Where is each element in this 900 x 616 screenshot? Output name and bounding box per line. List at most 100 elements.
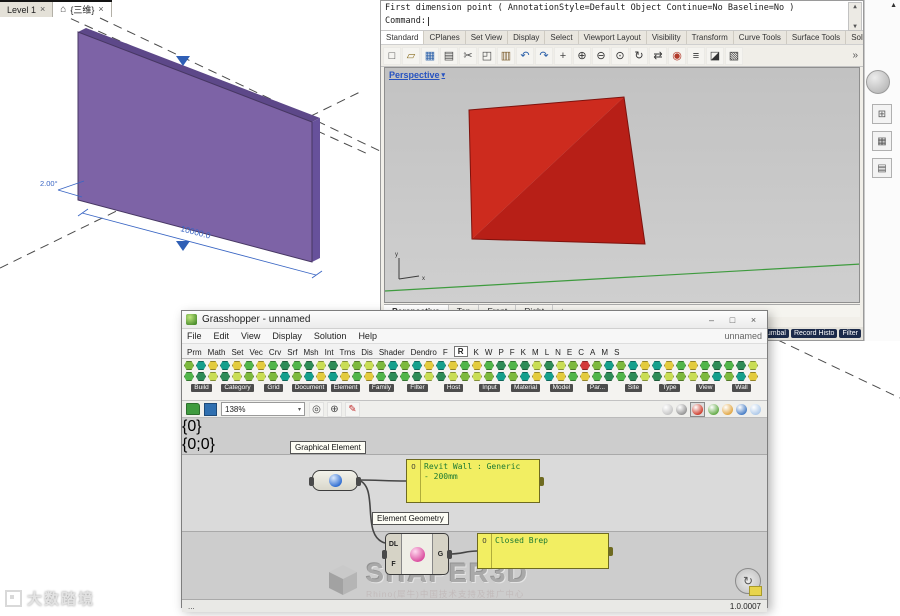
component-hex-icon[interactable] [604,361,614,370]
component-hex-icon[interactable] [496,372,506,381]
preview-orange-icon[interactable] [722,404,733,415]
gh-tab-math-1[interactable]: Math [208,348,226,357]
component-hex-icon[interactable] [664,361,674,370]
component-hex-icon[interactable] [376,361,386,370]
copy-icon[interactable]: ◰ [478,47,496,65]
component-hex-icon[interactable] [544,372,554,381]
group-label-element-geometry[interactable]: Element Geometry [372,512,449,525]
component-hex-icon[interactable] [208,372,218,381]
component-hex-icon[interactable] [388,372,398,381]
component-hex-icon[interactable] [664,372,674,381]
gh-tab-f-17[interactable]: F [510,348,515,357]
input-label[interactable]: F [391,561,395,568]
component-hex-icon[interactable] [568,372,578,381]
grasshopper-titlebar[interactable]: Grasshopper - unnamed –□× [182,311,767,329]
viewport-title[interactable]: Perspective ▾ [389,70,445,80]
layers-icon[interactable]: ≡ [687,47,705,65]
menu-view[interactable]: View [241,331,260,341]
component-hex-icon[interactable] [460,372,470,381]
toolbar-overflow-icon[interactable]: » [849,50,861,61]
component-hex-icon[interactable] [520,361,530,370]
component-hex-icon[interactable] [724,372,734,381]
component-hex-icon[interactable] [712,372,722,381]
panel-revit-wall[interactable]: 0 Revit Wall : Generic - 200mm [406,459,540,503]
new-file-icon[interactable]: □ [383,47,401,65]
component-hex-icon[interactable] [412,372,422,381]
component-hex-icon[interactable] [220,372,230,381]
gh-tab-l-20[interactable]: L [545,348,549,357]
component-hex-icon[interactable] [712,361,722,370]
panel-closed-brep[interactable]: 0 Closed Brep [477,533,609,569]
component-hex-icon[interactable] [700,361,710,370]
component-hex-icon[interactable] [688,361,698,370]
component-hex-icon[interactable] [196,372,206,381]
gh-tab-f-12[interactable]: F [443,348,448,357]
maximize-button[interactable]: □ [723,312,742,327]
canvas-target-icon[interactable]: ◎ [309,402,324,417]
component-hex-icon[interactable] [508,361,518,370]
scroll-up-icon[interactable]: ▲ [853,3,857,10]
zoom-extents-icon[interactable]: ⊕ [573,47,591,65]
gh-tab-a-24[interactable]: A [590,348,595,357]
grasshopper-canvas[interactable]: SHAPER3D Rhino(犀牛)中国技术支持及推广中心 Graphical … [182,418,767,600]
gh-tab-r-13[interactable]: R [454,346,468,357]
gh-tab-c-23[interactable]: C [578,348,584,357]
properties-panel-icon[interactable]: ▤ [872,158,892,178]
component-hex-icon[interactable] [688,372,698,381]
rhino-tab-solid-t[interactable]: Solid T [846,31,863,44]
component-hex-icon[interactable] [484,372,494,381]
component-hex-icon[interactable] [628,361,638,370]
component-hex-icon[interactable] [328,372,338,381]
component-hex-icon[interactable] [220,361,230,370]
component-hex-icon[interactable] [472,372,482,381]
component-hex-icon[interactable] [436,372,446,381]
component-hex-icon[interactable] [592,361,602,370]
component-hex-icon[interactable] [580,361,590,370]
gh-tab-dendro-11[interactable]: Dendro [411,348,437,357]
component-hex-icon[interactable] [316,372,326,381]
component-hex-icon[interactable] [556,372,566,381]
close-button[interactable]: × [744,312,763,327]
component-hex-icon[interactable] [496,361,506,370]
view-tab-3d[interactable]: ⌂ {三维} × [53,2,111,17]
preview-green-icon[interactable] [708,404,719,415]
graphical-element-component[interactable] [312,470,358,491]
rotate-view-icon[interactable]: ↻ [630,47,648,65]
paste-icon[interactable]: ▥ [497,47,515,65]
menu-display[interactable]: Display [272,331,302,341]
gh-tab-w-15[interactable]: W [485,348,493,357]
component-hex-icon[interactable] [352,372,362,381]
component-hex-icon[interactable] [400,361,410,370]
redo-icon[interactable]: ↷ [535,47,553,65]
component-hex-icon[interactable] [184,361,194,370]
component-hex-icon[interactable] [280,372,290,381]
rhino-tab-viewport-layout[interactable]: Viewport Layout [579,31,647,44]
component-hex-icon[interactable] [328,361,338,370]
element-geometry-component[interactable]: DL F G [385,533,449,575]
gh-tab-srf-5[interactable]: Srf [287,348,297,357]
component-hex-icon[interactable] [256,361,266,370]
component-hex-icon[interactable] [508,372,518,381]
zoom-in-icon[interactable]: ⊕ [327,402,342,417]
gh-tab-s-26[interactable]: S [614,348,619,357]
open-file-icon[interactable]: ▱ [402,47,420,65]
component-hex-icon[interactable] [424,361,434,370]
preview-wireframe-icon[interactable] [662,404,673,415]
component-hex-icon[interactable] [316,361,326,370]
component-hex-icon[interactable] [244,372,254,381]
component-hex-icon[interactable] [400,372,410,381]
input-label[interactable]: DL [389,541,398,548]
component-hex-icon[interactable] [340,361,350,370]
grid-snap-icon[interactable]: ▧ [725,47,743,65]
rhino-tab-cplanes[interactable]: CPlanes [424,31,465,44]
output-label[interactable]: G [438,551,443,558]
view-tab-level-1[interactable]: Level 1 × [0,2,53,17]
component-hex-icon[interactable] [652,372,662,381]
component-hex-icon[interactable] [412,361,422,370]
output-nub[interactable] [608,547,613,556]
gh-tab-m-25[interactable]: M [601,348,608,357]
component-hex-icon[interactable] [592,372,602,381]
component-hex-icon[interactable] [448,361,458,370]
preview-lightblue-icon[interactable] [750,404,761,415]
component-hex-icon[interactable] [568,361,578,370]
